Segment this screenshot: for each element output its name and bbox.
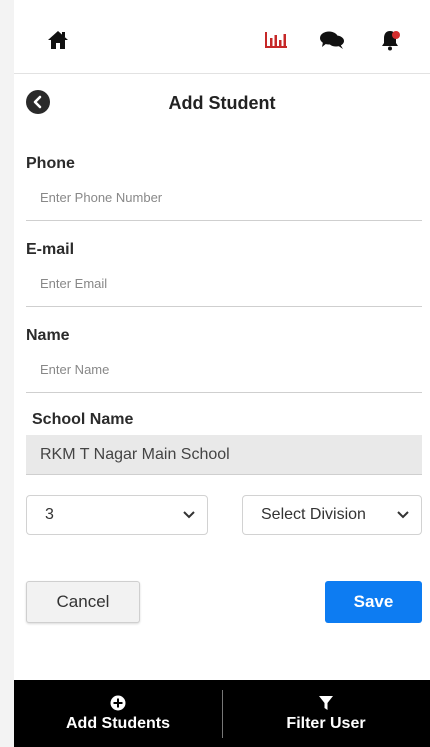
filter-user-button[interactable]: Filter User [222,680,430,747]
bottom-nav: Add Students Filter User [14,680,430,747]
name-input[interactable]: Enter Name [26,359,422,393]
division-select-value: Select Division [261,506,366,523]
chevron-down-icon [397,511,409,519]
add-students-label: Add Students [66,714,170,732]
chevron-down-icon [183,511,195,519]
cancel-button[interactable]: Cancel [26,581,140,623]
division-select[interactable]: Select Division [242,495,422,535]
save-button[interactable]: Save [325,581,422,623]
name-label: Name [26,327,70,344]
school-label: School Name [32,411,134,428]
email-label: E-mail [26,241,75,258]
school-field-group: School Name RKM T Nagar Main School [26,411,422,475]
home-icon[interactable] [44,26,72,54]
add-students-button[interactable]: Add Students [14,680,222,747]
bar-chart-icon[interactable] [262,26,290,54]
bell-icon[interactable] [376,26,404,54]
phone-input[interactable]: Enter Phone Number [26,187,422,221]
filter-icon [319,695,333,710]
top-navbar [14,0,430,74]
name-field-group: Name Enter Name [26,327,422,393]
email-input[interactable]: Enter Email [26,273,422,307]
page-header: Add Student [14,86,430,120]
grade-select-value: 3 [45,506,54,523]
phone-field-group: Phone Enter Phone Number [26,155,422,221]
plus-circle-icon [110,695,126,710]
filter-user-label: Filter User [286,714,366,732]
page-title: Add Student [168,93,276,113]
phone-label: Phone [26,155,75,172]
grade-select[interactable]: 3 [26,495,208,535]
email-field-group: E-mail Enter Email [26,241,422,307]
school-name-readonly: RKM T Nagar Main School [26,435,422,475]
chat-icon[interactable] [318,26,346,54]
